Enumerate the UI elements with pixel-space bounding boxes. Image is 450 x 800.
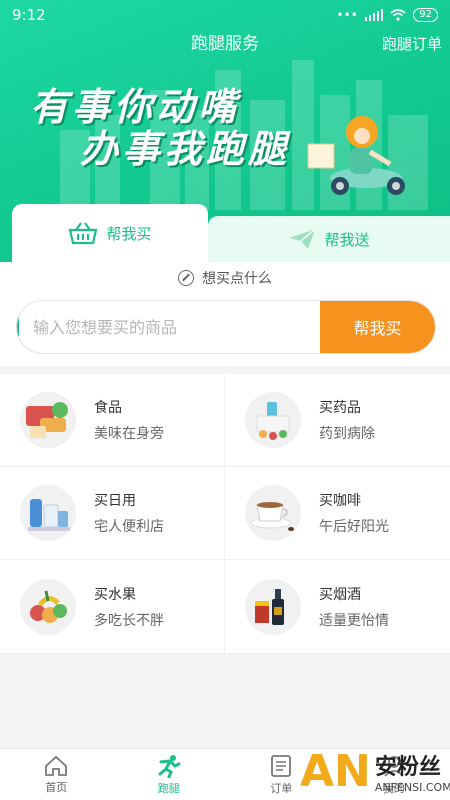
category-subtitle: 适量更怡情 <box>319 612 389 629</box>
category-subtitle: 药到病除 <box>319 426 375 442</box>
runner-icon <box>158 754 181 778</box>
category-tobacco-wine[interactable]: 买烟酒 适量更怡情 <box>225 560 450 654</box>
status-time: 9:12 <box>12 6 46 24</box>
watermark-logo: AN 安粉丝 ANFENSI.COM <box>300 742 450 800</box>
category-coffee[interactable]: 买咖啡 午后好阳光 <box>225 467 450 560</box>
nav-errand-label: 跑腿 <box>157 781 180 795</box>
banner-slogan-2: 办事我跑腿 <box>80 127 291 171</box>
buy-for-me-button[interactable]: 帮我买 <box>320 301 435 353</box>
search-input[interactable] <box>17 317 320 337</box>
fruit-icon <box>20 578 76 635</box>
food-icon <box>20 392 76 448</box>
tab-buy-for-me[interactable]: 帮我买 <box>12 204 208 262</box>
errand-orders-link[interactable]: 跑腿订单 <box>382 32 442 56</box>
signal-icon <box>364 9 384 21</box>
battery-icon: 92 <box>413 8 438 22</box>
daily-goods-icon <box>20 485 76 541</box>
tab-buy-label: 帮我买 <box>106 224 152 243</box>
service-tabs: 帮我买 帮我送 <box>0 204 450 262</box>
nav-orders-label: 订单 <box>270 781 293 795</box>
category-title: 买日用 <box>94 493 136 509</box>
category-title: 买水果 <box>94 586 136 603</box>
medicine-icon <box>245 392 301 448</box>
category-subtitle: 多吃长不胖 <box>94 612 164 629</box>
category-subtitle: 午后好阳光 <box>319 519 389 535</box>
category-title: 买烟酒 <box>319 586 361 603</box>
delivery-rider-illustration <box>307 116 405 195</box>
home-icon <box>45 755 68 776</box>
wifi-icon <box>390 9 406 21</box>
watermark-domain: ANFENSI.COM <box>374 780 450 794</box>
category-title: 买咖啡 <box>319 493 361 509</box>
tab-send-label: 帮我送 <box>324 230 370 249</box>
category-medicine[interactable]: 买药品 药到病除 <box>225 374 450 467</box>
search-section: 想买点什么 帮我买 <box>0 262 450 366</box>
category-grid: 食品 美味在身旁 买药品 药到病除 买日用 宅人便利店 买咖啡 午后好阳光 买水… <box>0 374 450 654</box>
more-dots-icon: ••• <box>336 8 358 22</box>
tab-send-for-me[interactable]: 帮我送 <box>208 216 450 262</box>
status-bar: 9:12 ••• 92 <box>0 0 450 30</box>
nav-errand[interactable]: 跑腿 <box>113 749 226 800</box>
order-list-icon <box>271 754 292 777</box>
category-title: 食品 <box>94 400 122 416</box>
hint-text: 想买点什么 <box>202 271 272 287</box>
coffee-icon <box>245 485 301 541</box>
hint-row: 想买点什么 <box>0 268 450 288</box>
category-food[interactable]: 食品 美味在身旁 <box>0 374 225 467</box>
pencil-icon <box>178 270 194 286</box>
search-box: 帮我买 <box>16 300 436 354</box>
watermark-logo-letters: AN <box>300 745 371 797</box>
nav-home-label: 首页 <box>45 780 68 794</box>
category-subtitle: 宅人便利店 <box>94 519 164 535</box>
category-subtitle: 美味在身旁 <box>94 426 164 442</box>
basket-icon <box>69 222 98 245</box>
nav-home[interactable]: 首页 <box>0 749 113 800</box>
watermark-name: 安粉丝 <box>374 754 441 780</box>
category-title: 买药品 <box>319 400 361 416</box>
category-fruit[interactable]: 买水果 多吃长不胖 <box>0 560 225 654</box>
category-daily-goods[interactable]: 买日用 宅人便利店 <box>0 467 225 560</box>
tobacco-wine-icon <box>245 578 301 635</box>
paper-plane-icon <box>289 228 316 249</box>
